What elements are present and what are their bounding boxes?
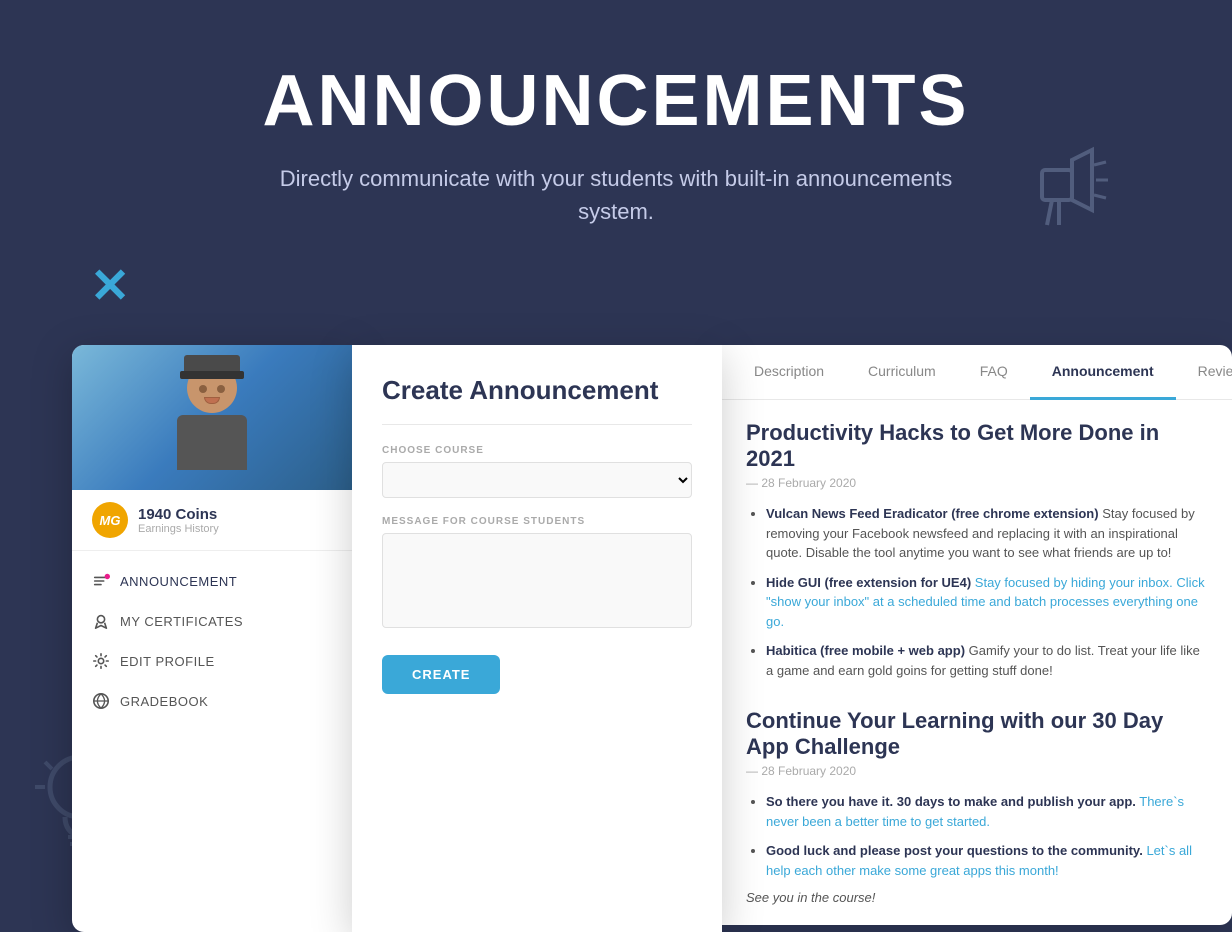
tab-faq[interactable]: FAQ xyxy=(958,345,1030,400)
item-bold: Habitica (free mobile + web app) xyxy=(766,643,965,658)
create-announcement-card: Create Announcement CHOOSE COURSE MESSAG… xyxy=(352,345,722,932)
sidebar-item-my-certificates[interactable]: MY CERTIFICATES xyxy=(72,601,352,641)
page-title: ANNOUNCEMENTS xyxy=(20,60,1212,142)
announcement-2-date: — 28 February 2020 xyxy=(746,764,1208,778)
message-textarea[interactable] xyxy=(382,533,692,628)
sidebar-item-announcement[interactable]: ANNOUNCEMENT xyxy=(72,561,352,601)
choose-course-select[interactable] xyxy=(382,462,692,498)
sidebar-item-edit-profile[interactable]: EDIT PROFILE xyxy=(72,641,352,681)
announcement-list-card: Description Curriculum FAQ Announcement … xyxy=(722,345,1232,925)
announcement-2-title: Continue Your Learning with our 30 Day A… xyxy=(746,708,1208,760)
sidebar-item-gradebook[interactable]: GRADEBOOK xyxy=(72,681,352,721)
deco-x-icon: ✕ xyxy=(90,258,130,314)
announcement-1-date: — 28 February 2020 xyxy=(746,476,1208,490)
list-item: Vulcan News Feed Eradicator (free chrome… xyxy=(766,504,1208,563)
person-head xyxy=(187,363,237,413)
deco-megaphone-icon xyxy=(1012,140,1112,240)
announcement-1: Productivity Hacks to Get More Done in 2… xyxy=(746,420,1208,680)
coins-row: MG 1940 Coins Earnings History xyxy=(72,490,352,551)
coins-info: 1940 Coins Earnings History xyxy=(138,506,219,535)
announce-footer: See you in the course! xyxy=(746,890,1208,905)
announcement-label: ANNOUNCEMENT xyxy=(120,574,237,589)
item-bold: Hide GUI (free extension for UE4) xyxy=(766,575,971,590)
coin-avatar: MG xyxy=(92,502,128,538)
item-bold: Vulcan News Feed Eradicator (free chrome… xyxy=(766,506,1099,521)
list-item: Habitica (free mobile + web app) Gamify … xyxy=(766,641,1208,680)
gradebook-label: GRADEBOOK xyxy=(120,694,208,709)
list-item: Good luck and please post your questions… xyxy=(766,841,1208,880)
announcement-1-title: Productivity Hacks to Get More Done in 2… xyxy=(746,420,1208,472)
sidebar-card: MG 1940 Coins Earnings History ANNOUNCEM… xyxy=(72,345,352,932)
choose-course-label: CHOOSE COURSE xyxy=(382,445,692,456)
list-item: Hide GUI (free extension for UE4) Stay f… xyxy=(766,573,1208,632)
hero-subtitle: Directly communicate with your students … xyxy=(266,162,966,228)
create-divider xyxy=(382,424,692,425)
person-body xyxy=(177,415,247,470)
tab-reviews[interactable]: Reviews xyxy=(1176,345,1232,400)
main-content: MG 1940 Coins Earnings History ANNOUNCEM… xyxy=(72,345,1232,932)
tabs: Description Curriculum FAQ Announcement … xyxy=(722,345,1232,400)
create-announcement-title: Create Announcement xyxy=(382,375,692,406)
sidebar-nav: ANNOUNCEMENT MY CERTIFICATES EDIT PROFIL… xyxy=(72,551,352,731)
announcement-1-list: Vulcan News Feed Eradicator (free chrome… xyxy=(746,504,1208,680)
announcement-2: Continue Your Learning with our 30 Day A… xyxy=(746,708,1208,905)
tab-announcement[interactable]: Announcement xyxy=(1030,345,1176,400)
coins-sub: Earnings History xyxy=(138,523,219,535)
profile-person xyxy=(157,345,267,490)
item-bold: Good luck and please post your questions… xyxy=(766,843,1143,858)
announcement-2-list: So there you have it. 30 days to make an… xyxy=(746,792,1208,880)
tab-curriculum[interactable]: Curriculum xyxy=(846,345,958,400)
person-hat xyxy=(184,355,240,375)
edit-profile-label: EDIT PROFILE xyxy=(120,654,215,669)
tab-description[interactable]: Description xyxy=(732,345,846,400)
create-button[interactable]: CREATE xyxy=(382,655,500,694)
coins-amount: 1940 Coins xyxy=(138,506,219,523)
announcement-content: Productivity Hacks to Get More Done in 2… xyxy=(722,400,1232,925)
profile-image xyxy=(72,345,352,490)
list-item: So there you have it. 30 days to make an… xyxy=(766,792,1208,831)
message-label: MESSAGE FOR COURSE STUDENTS xyxy=(382,516,692,527)
item-bold: So there you have it. 30 days to make an… xyxy=(766,794,1136,809)
my-certificates-label: MY CERTIFICATES xyxy=(120,614,243,629)
